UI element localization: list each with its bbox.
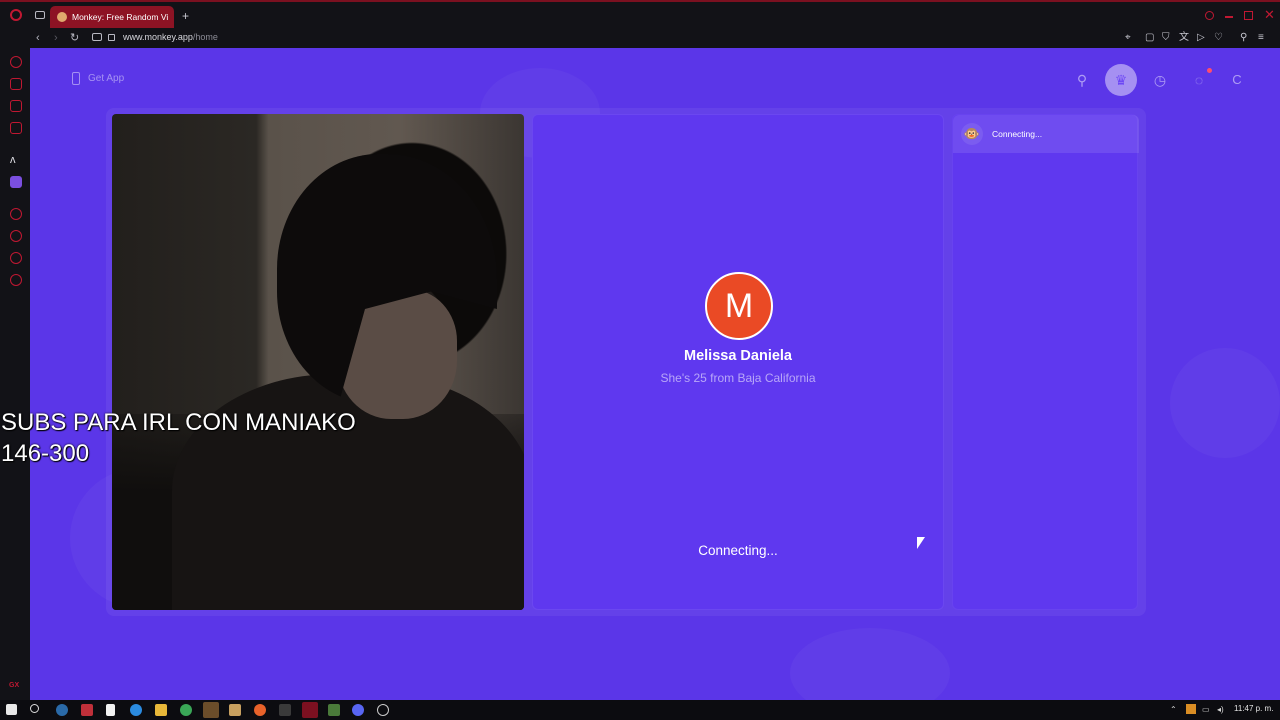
edge-icon[interactable] bbox=[130, 704, 142, 716]
tab-monkey[interactable]: Monkey: Free Random Vi bbox=[50, 6, 174, 28]
back-icon[interactable]: ‹ bbox=[36, 31, 40, 45]
app-grid-icon[interactable] bbox=[328, 704, 340, 716]
chevron-up-icon[interactable]: ⌃ bbox=[1170, 704, 1177, 716]
mail-icon[interactable] bbox=[10, 122, 22, 134]
tab-title: Monkey: Free Random Vi bbox=[72, 12, 169, 22]
pin-icon[interactable]: ⌖ bbox=[1125, 31, 1131, 45]
browser-sidebar: ᴧ GX bbox=[0, 48, 30, 700]
chat-panel: 🐵 Connecting... bbox=[952, 114, 1139, 610]
restore-icon[interactable] bbox=[1244, 11, 1253, 20]
match-name: Melissa Daniela bbox=[684, 348, 792, 364]
home-icon[interactable] bbox=[10, 56, 22, 68]
calendar-icon[interactable] bbox=[81, 704, 93, 716]
settings-icon[interactable] bbox=[10, 274, 22, 286]
match-avatar: M bbox=[705, 272, 773, 340]
url-field[interactable]: www.monkey.app/home bbox=[123, 32, 218, 42]
mouse-cursor bbox=[917, 537, 925, 549]
player-icon[interactable] bbox=[10, 208, 22, 220]
profile-initial[interactable]: C bbox=[1223, 66, 1251, 94]
search-icon[interactable] bbox=[30, 704, 39, 713]
reload-icon[interactable]: ↻ bbox=[70, 31, 79, 45]
crown-icon[interactable]: ♛ bbox=[1105, 64, 1137, 96]
app-icon[interactable] bbox=[229, 704, 241, 716]
profile-icon[interactable]: ⚲ bbox=[1240, 31, 1247, 45]
search-tabs-icon[interactable] bbox=[1205, 11, 1214, 20]
workspaces-icon[interactable] bbox=[35, 11, 45, 19]
close-window-icon[interactable]: ✕ bbox=[1264, 7, 1275, 23]
translate-icon[interactable]: 文 bbox=[1179, 31, 1189, 45]
file-icon[interactable] bbox=[106, 704, 115, 716]
search-icon[interactable]: ⚲ bbox=[1068, 66, 1096, 94]
browser-tab-bar: Monkey: Free Random Vi + ✕ bbox=[0, 0, 1280, 28]
chat-bubble-icon[interactable]: ◌ bbox=[1185, 66, 1213, 94]
background-blob bbox=[790, 628, 950, 700]
stream-overlay-line2: 146-300 bbox=[1, 440, 90, 467]
tray-app-icon[interactable] bbox=[1186, 704, 1196, 714]
match-info: She's 25 from Baja California bbox=[660, 371, 816, 385]
steam-icon[interactable] bbox=[56, 704, 68, 716]
self-video bbox=[112, 114, 524, 610]
opera-gx-icon[interactable] bbox=[302, 702, 318, 718]
app-icon[interactable] bbox=[377, 704, 389, 716]
clock-icon[interactable]: ◷ bbox=[1146, 66, 1174, 94]
aria-icon[interactable]: ᴧ bbox=[10, 154, 16, 166]
windows-start-icon[interactable] bbox=[6, 704, 17, 715]
match-panel: M Melissa Daniela She's 25 from Baja Cal… bbox=[532, 114, 944, 610]
shop-icon[interactable] bbox=[10, 78, 22, 90]
monkey-favicon-icon bbox=[57, 12, 67, 22]
volume-icon[interactable]: ◂) bbox=[1217, 704, 1224, 716]
lock-icon[interactable] bbox=[108, 34, 115, 41]
extensions-icon[interactable] bbox=[10, 252, 22, 264]
taskbar-clock: 11:47 p. m. bbox=[1234, 704, 1274, 713]
heart-icon[interactable]: ♡ bbox=[1214, 31, 1223, 45]
chat-status-row: 🐵 Connecting... bbox=[953, 115, 1139, 153]
forward-icon[interactable]: › bbox=[54, 31, 58, 45]
menu-icon[interactable]: ≡ bbox=[1258, 31, 1264, 45]
get-app-button[interactable]: Get App bbox=[70, 68, 124, 90]
camera-icon[interactable] bbox=[92, 33, 102, 41]
firefox-icon[interactable] bbox=[254, 704, 266, 716]
chrome-icon[interactable] bbox=[180, 704, 192, 716]
background-blob bbox=[1170, 348, 1280, 458]
messenger-icon[interactable] bbox=[10, 100, 22, 112]
opera-logo-icon[interactable] bbox=[10, 9, 22, 21]
address-bar: ‹ › ↻ www.monkey.app/home ⌖ ▢ ⛉ 文 ▷ ♡ ⚲ … bbox=[0, 28, 1280, 48]
minimize-icon[interactable] bbox=[1225, 16, 1233, 18]
discord-icon[interactable] bbox=[352, 704, 364, 716]
taskbar: ⌃ ▭ ◂) 11:47 p. m. bbox=[0, 700, 1280, 720]
play-icon[interactable]: ▷ bbox=[1197, 31, 1205, 45]
monkey-icon: 🐵 bbox=[961, 123, 983, 145]
stream-overlay-line1: SUBS PARA IRL CON MANIAKO bbox=[1, 409, 356, 436]
obs-icon[interactable] bbox=[203, 702, 219, 718]
folder-icon[interactable] bbox=[155, 704, 167, 716]
shield-icon[interactable]: ⛉ bbox=[1162, 31, 1170, 45]
match-status: Connecting... bbox=[698, 543, 778, 558]
terminal-icon[interactable] bbox=[279, 704, 291, 716]
notification-dot bbox=[1207, 68, 1212, 73]
twitch-icon[interactable] bbox=[10, 176, 22, 188]
snapshot-icon[interactable]: ▢ bbox=[1145, 31, 1154, 45]
chat-status: Connecting... bbox=[992, 129, 1043, 139]
network-icon[interactable]: ▭ bbox=[1202, 704, 1210, 716]
url-path: /home bbox=[192, 32, 218, 42]
url-host: www.monkey.app bbox=[123, 32, 193, 42]
history-icon[interactable] bbox=[10, 230, 22, 242]
get-app-label: Get App bbox=[88, 73, 125, 84]
phone-icon bbox=[72, 72, 80, 85]
gx-icon[interactable]: GX bbox=[9, 682, 19, 689]
new-tab-button[interactable]: + bbox=[182, 9, 189, 23]
